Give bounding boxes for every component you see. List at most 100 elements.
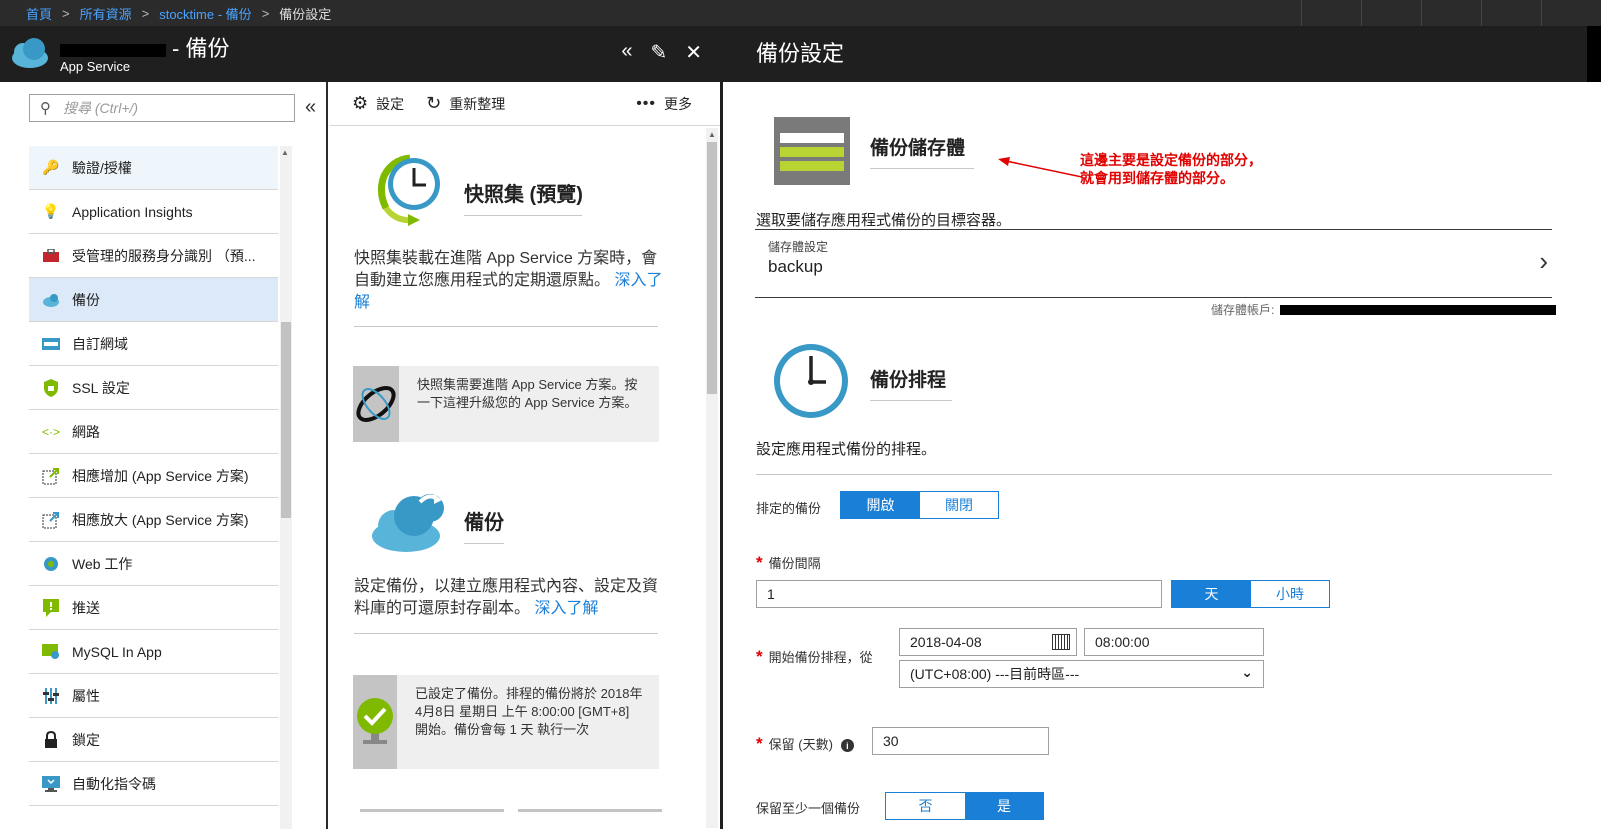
pane-scrollbar[interactable]: ▲ [706, 128, 718, 828]
scale-up-icon [41, 466, 61, 486]
overview-content: 快照集 (預覽) 快照集裝載在進階 App Service 方案時，會自動建立您… [330, 128, 706, 829]
pane-scroll-thumb[interactable] [707, 142, 717, 394]
info-icon[interactable]: i [840, 739, 854, 753]
annotation-arrow [998, 157, 1082, 178]
checkmark-icon [357, 698, 393, 744]
sidebar-item-backup[interactable]: 備份 [29, 278, 278, 322]
unit-hour-option[interactable]: 小時 [1251, 581, 1329, 607]
settings-button[interactable]: ⚙ 設定 [352, 93, 404, 114]
storage-settings-row[interactable]: 儲存體設定 backup › [755, 229, 1552, 298]
keep-one-yes-option[interactable]: 是 [965, 793, 1043, 819]
sidebar-item-ssl[interactable]: SSL 設定 [29, 366, 278, 410]
chevron-right-icon: > [62, 5, 70, 21]
chevron-right-icon: > [261, 5, 270, 21]
more-button[interactable]: ••• 更多 [636, 94, 692, 114]
chevron-right-icon: › [1539, 246, 1548, 276]
sidebar-item-push[interactable]: 推送 [29, 586, 278, 630]
interval-label: * 備份間隔 [756, 553, 821, 572]
lightbulb-icon: 💡 [42, 203, 60, 219]
sidebar-item-webjobs[interactable]: Web 工作 [29, 542, 278, 586]
calendar-icon[interactable] [1052, 634, 1070, 650]
retention-input[interactable]: 30 [872, 727, 1049, 755]
sidebar-item-automation-script[interactable]: 自動化指令碼 [29, 762, 278, 806]
start-schedule-label: * 開始備份排程，從 [756, 647, 873, 666]
interval-input[interactable]: 1 [756, 580, 1162, 608]
keep-one-backup-label: 保留至少一個備份 [756, 801, 861, 816]
storage-title: 備份儲存體 [870, 133, 974, 169]
storage-description: 選取要儲存應用程式備份的目標容器。 [756, 212, 1012, 229]
toolbox-icon [41, 246, 61, 266]
refresh-button[interactable]: ↻ 重新整理 [426, 93, 505, 114]
keep-one-backup-toggle: 否 是 [885, 792, 1044, 820]
footer-tab[interactable] [518, 809, 662, 829]
sidebar-item-app-insights[interactable]: 💡 Application Insights [29, 190, 278, 234]
storage-settings-label: 儲存體設定 [768, 240, 829, 254]
retention-label: * 保留 (天數) i [756, 734, 854, 754]
sidebar-item-custom-domains[interactable]: 自訂網域 [29, 322, 278, 366]
schedule-description: 設定應用程式備份的排程。 [756, 441, 937, 458]
close-icon[interactable]: ✕ [685, 40, 702, 65]
sidebar-item-auth[interactable]: 🔑 驗證/授權 [29, 146, 278, 190]
backup-status-notice[interactable]: 已設定了備份。排程的備份將於 2018年4月8日 星期日 上午 8:00:00 … [353, 675, 659, 769]
scale-out-icon [41, 510, 61, 530]
mysql-icon [41, 642, 61, 662]
ellipsis-icon: ••• [636, 95, 656, 112]
snapshots-description: 快照集裝載在進階 App Service 方案時，會自動建立您應用程式的定期還原… [354, 250, 663, 311]
scheduled-on-option[interactable]: 開啟 [841, 492, 920, 518]
snapshot-clock-icon [377, 154, 440, 226]
collapse-menu-icon[interactable]: « [305, 96, 316, 119]
unit-day-option[interactable]: 天 [1172, 581, 1251, 607]
minimize-icon[interactable]: « [621, 40, 632, 65]
refresh-icon: ↻ [426, 93, 442, 113]
start-date-input[interactable]: 2018-04-08 [899, 628, 1077, 656]
gear-icon: ⚙ [352, 93, 369, 113]
backup-learn-more-link[interactable]: 深入了解 [534, 600, 598, 617]
sidebar-item-managed-identity[interactable]: 受管理的服務身分識別 （預... [29, 234, 278, 278]
keep-one-no-option[interactable]: 否 [886, 793, 965, 819]
nav-list: 🔑 驗證/授權 💡 Application Insights 受管理的服務身分識… [29, 146, 278, 806]
upgrade-plan-icon [356, 386, 396, 422]
footer-tab[interactable] [360, 809, 504, 829]
menu-scrollbar[interactable]: ▲ [280, 146, 292, 829]
automation-icon [41, 774, 61, 794]
key-icon: 🔑 [42, 159, 60, 175]
snapshots-title: 快照集 (預覽) [464, 178, 583, 216]
start-time-input[interactable]: 08:00:00 [1084, 628, 1264, 656]
search-input[interactable]: ⚲ 搜尋 (Ctrl+/) [29, 94, 295, 122]
scroll-up-icon[interactable]: ▲ [281, 148, 289, 157]
sidebar-item-scale-up[interactable]: 相應增加 (App Service 方案) [29, 454, 278, 498]
chevron-right-icon: > [141, 5, 150, 21]
backup-description: 設定備份，以建立應用程式內容、設定及資料庫的可還原封存副本。 深入了解 [354, 578, 659, 617]
breadcrumb-resource[interactable]: stocktime - 備份 [159, 4, 251, 23]
scheduled-backup-label: 排定的備份 [756, 501, 822, 516]
interval-unit-toggle: 天 小時 [1171, 580, 1330, 608]
menu-scroll-thumb[interactable] [281, 322, 291, 518]
blade-subtitle: App Service [60, 59, 131, 74]
sidebar-item-scale-out[interactable]: 相應放大 (App Service 方案) [29, 498, 278, 542]
app-service-cloud-icon [12, 38, 48, 68]
webjobs-icon [41, 554, 61, 574]
scheduled-off-option[interactable]: 關閉 [920, 492, 998, 518]
command-bar: ⚙ 設定 ↻ 重新整理 ••• 更多 [330, 82, 720, 126]
blade-header: - 備份 App Service « ✎ ✕ [0, 26, 720, 82]
search-icon: ⚲ [40, 100, 51, 117]
lock-icon [41, 730, 61, 750]
breadcrumb-home[interactable]: 首頁 [26, 4, 52, 23]
properties-icon [41, 686, 61, 706]
sidebar-item-networking[interactable]: <·> 網路 [29, 410, 278, 454]
scroll-up-icon[interactable]: ▲ [708, 130, 716, 139]
www-icon [41, 334, 61, 354]
settings-blade-title: 備份設定 [756, 41, 845, 66]
schedule-clock-icon [774, 344, 848, 418]
sidebar-item-properties[interactable]: 屬性 [29, 674, 278, 718]
push-icon [41, 598, 61, 618]
timezone-select[interactable]: (UTC+08:00) ---目前時區--- ⌄ [899, 660, 1264, 688]
resource-menu: ⚲ 搜尋 (Ctrl+/) « 🔑 驗證/授權 💡 Application In… [0, 82, 328, 829]
breadcrumb-current: 備份設定 [279, 6, 332, 22]
sidebar-item-mysql[interactable]: MySQL In App [29, 630, 278, 674]
settings-blade-header: 備份設定 [722, 26, 1601, 82]
breadcrumb-all-resources[interactable]: 所有資源 [80, 4, 132, 23]
snapshots-upgrade-notice[interactable]: 快照集需要進階 App Service 方案。按一下這裡升級您的 App Ser… [353, 366, 659, 442]
sidebar-item-locks[interactable]: 鎖定 [29, 718, 278, 762]
pin-icon[interactable]: ✎ [650, 40, 667, 65]
